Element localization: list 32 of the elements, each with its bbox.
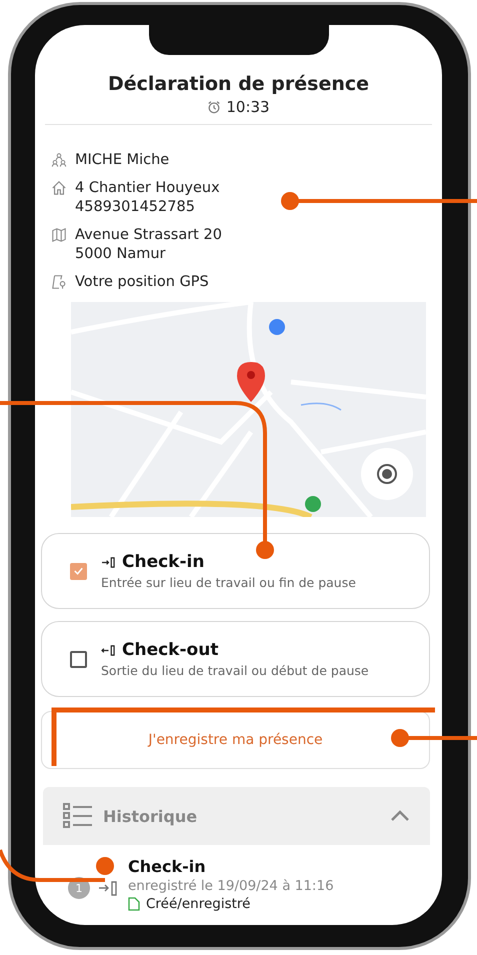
info-text: Avenue Strassart 20: [75, 226, 222, 245]
enter-icon: [98, 880, 118, 896]
entry-status: Créé/enregistré: [146, 896, 250, 912]
option-description: Sortie du lieu de travail ou début de pause: [101, 663, 369, 678]
document-icon: [128, 897, 140, 911]
house-icon: [51, 180, 67, 196]
option-title: Check-in: [122, 552, 204, 572]
option-card[interactable]: Check-out Sortie du lieu de travail ou début de pause: [41, 621, 430, 697]
info-text: Votre position GPS: [75, 273, 209, 292]
option-title: Check-out: [122, 640, 218, 660]
register-button[interactable]: J'enregistre ma présence: [41, 711, 430, 769]
option-card[interactable]: Check-in Entrée sur lieu de travail ou fin de pause: [41, 533, 430, 609]
option-description: Entrée sur lieu de travail ou fin de pause: [101, 575, 356, 590]
checkbox[interactable]: [70, 562, 87, 580]
checkbox[interactable]: [70, 650, 87, 668]
map-icon: [51, 227, 67, 243]
info-text: 4 Chantier Houyeux: [75, 179, 220, 198]
info-text: 4589301452785: [75, 198, 196, 217]
people-icon: [51, 152, 67, 168]
alarm-clock-icon: [207, 100, 222, 114]
history-title: Historique: [103, 806, 198, 826]
enter-icon: [101, 556, 116, 568]
info-text: 5000 Namur: [75, 245, 167, 264]
chevron-up-icon[interactable]: [390, 810, 410, 822]
location-icon: [51, 274, 67, 290]
list-icon: [63, 803, 93, 829]
exit-icon: [101, 644, 116, 656]
time-text: 10:33: [226, 98, 270, 116]
entry-date: enregistré le 19/09/24 à 11:16: [128, 878, 334, 894]
entry-title: Check-in: [128, 857, 207, 876]
page-title: Déclaration de présence: [106, 73, 370, 95]
info-text: MICHE Miche: [75, 151, 170, 170]
